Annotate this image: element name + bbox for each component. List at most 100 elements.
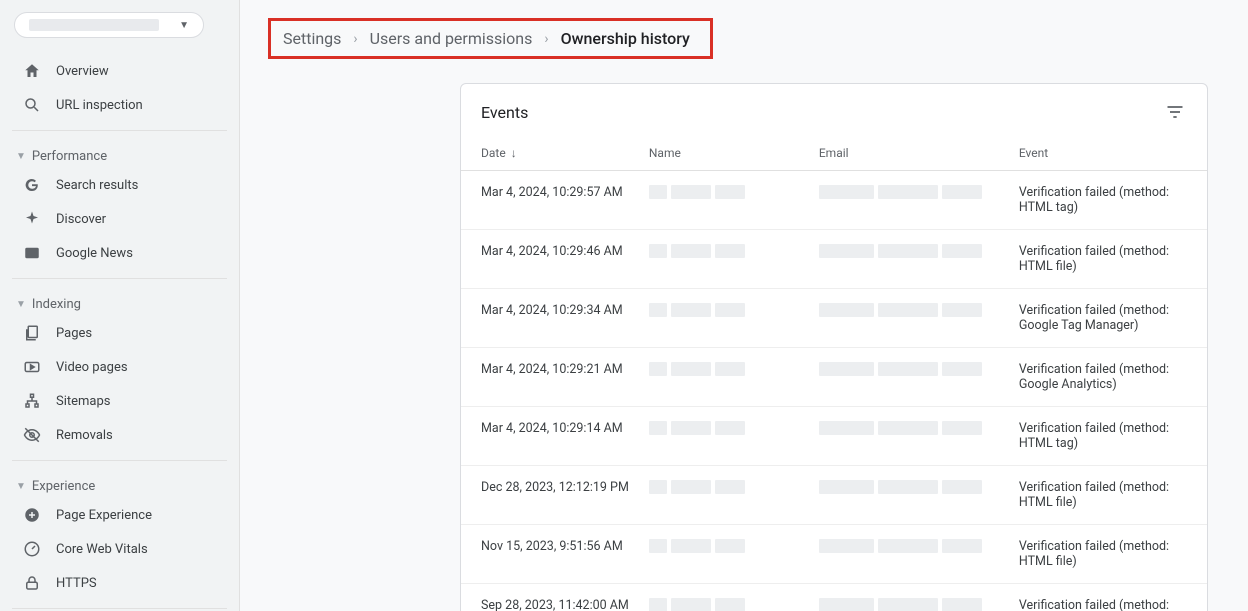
- column-label: Date: [481, 146, 506, 160]
- card-title: Events: [481, 103, 528, 122]
- cell-date: Sep 28, 2023, 11:42:00 AM: [461, 584, 649, 611]
- events-table: Date ↓ Name Email Event Mar 4, 2024, 10:…: [461, 136, 1207, 611]
- table-row: Nov 15, 2023, 9:51:56 AM Verification fai…: [461, 525, 1207, 584]
- section-title: Performance: [32, 149, 107, 164]
- chevron-right-icon: ›: [544, 31, 548, 47]
- table-row: Mar 4, 2024, 10:29:34 AM Verification fai…: [461, 289, 1207, 348]
- table-row: Mar 4, 2024, 10:29:46 AM Verification fai…: [461, 230, 1207, 289]
- cell-event: Verification failed (method: Google Anal…: [1019, 348, 1207, 407]
- sidebar-item-pages[interactable]: Pages: [8, 316, 231, 350]
- cell-email: [819, 407, 1019, 466]
- lock-icon: [22, 574, 42, 592]
- table-row: Mar 4, 2024, 10:29:14 AM Verification fai…: [461, 407, 1207, 466]
- sidebar-section-performance[interactable]: ▼ Performance: [8, 139, 231, 168]
- sidebar-item-label: Core Web Vitals: [56, 542, 148, 557]
- column-header-event[interactable]: Event: [1019, 136, 1207, 171]
- cell-email: [819, 348, 1019, 407]
- sidebar-item-label: Discover: [56, 212, 106, 227]
- cell-date: Mar 4, 2024, 10:29:57 AM: [461, 171, 649, 230]
- breadcrumb-settings[interactable]: Settings: [283, 29, 341, 48]
- video-icon: [22, 358, 42, 376]
- table-row: Mar 4, 2024, 10:29:57 AM Verification fai…: [461, 171, 1207, 230]
- main-content: Settings › Users and permissions › Owner…: [240, 0, 1248, 611]
- cell-event: Verification failed (method: HTML tag): [1019, 171, 1207, 230]
- cell-email: [819, 230, 1019, 289]
- sidebar-item-label: Sitemaps: [56, 394, 111, 409]
- cell-email: [819, 466, 1019, 525]
- chevron-right-icon: ›: [353, 31, 357, 47]
- table-row: Mar 4, 2024, 10:29:21 AM Verification fai…: [461, 348, 1207, 407]
- cell-event: Verification failed (method: HTML file): [1019, 525, 1207, 584]
- cell-email: [819, 289, 1019, 348]
- column-header-date[interactable]: Date ↓: [461, 136, 649, 171]
- events-card: Events Date ↓ Name Email Event: [460, 83, 1208, 611]
- sidebar-item-label: Removals: [56, 428, 113, 443]
- sidebar-item-label: URL inspection: [56, 98, 143, 113]
- sidebar-item-url-inspection[interactable]: URL inspection: [8, 88, 231, 122]
- sidebar-item-label: Search results: [56, 178, 138, 193]
- cell-email: [819, 171, 1019, 230]
- column-header-name[interactable]: Name: [649, 136, 819, 171]
- sidebar-item-sitemaps[interactable]: Sitemaps: [8, 384, 231, 418]
- breadcrumb-users-permissions[interactable]: Users and permissions: [370, 29, 533, 48]
- chevron-down-icon: ▼: [16, 481, 26, 492]
- breadcrumb: Settings › Users and permissions › Owner…: [268, 18, 713, 59]
- cell-event: Verification failed (method: Google Tag …: [1019, 584, 1207, 611]
- section-title: Experience: [32, 479, 95, 494]
- section-title: Indexing: [32, 297, 81, 312]
- cell-email: [819, 584, 1019, 611]
- cell-date: Mar 4, 2024, 10:29:46 AM: [461, 230, 649, 289]
- sidebar-item-removals[interactable]: Removals: [8, 418, 231, 452]
- sidebar-item-label: Overview: [56, 64, 109, 79]
- sidebar-section-indexing[interactable]: ▼ Indexing: [8, 287, 231, 316]
- divider: [12, 130, 227, 131]
- cell-event: Verification failed (method: Google Tag …: [1019, 289, 1207, 348]
- sidebar-section-experience[interactable]: ▼ Experience: [8, 469, 231, 498]
- sidebar-item-label: Google News: [56, 246, 133, 261]
- pages-icon: [22, 324, 42, 342]
- chevron-down-icon: ▼: [179, 20, 189, 31]
- home-icon: [22, 62, 42, 80]
- cell-event: Verification failed (method: HTML tag): [1019, 407, 1207, 466]
- sidebar-item-https[interactable]: HTTPS: [8, 566, 231, 600]
- cell-email: [819, 525, 1019, 584]
- column-header-email[interactable]: Email: [819, 136, 1019, 171]
- divider: [12, 278, 227, 279]
- cell-name: [649, 289, 819, 348]
- sidebar-item-video-pages[interactable]: Video pages: [8, 350, 231, 384]
- sidebar-item-label: Page Experience: [56, 508, 152, 523]
- cell-name: [649, 348, 819, 407]
- property-selector[interactable]: ▼: [14, 12, 204, 38]
- sidebar-item-discover[interactable]: Discover: [8, 202, 231, 236]
- cell-date: Dec 28, 2023, 12:12:19 PM: [461, 466, 649, 525]
- sidebar-item-label: HTTPS: [56, 576, 97, 591]
- breadcrumb-current: Ownership history: [561, 29, 690, 48]
- google-g-icon: [22, 176, 42, 194]
- cell-name: [649, 525, 819, 584]
- divider: [12, 460, 227, 461]
- cell-name: [649, 466, 819, 525]
- cell-name: [649, 230, 819, 289]
- sidebar-item-overview[interactable]: Overview: [8, 54, 231, 88]
- cell-name: [649, 584, 819, 611]
- cell-date: Mar 4, 2024, 10:29:14 AM: [461, 407, 649, 466]
- property-label: [29, 19, 159, 31]
- discover-icon: [22, 210, 42, 228]
- sidebar-item-google-news[interactable]: Google News: [8, 236, 231, 270]
- table-row: Sep 28, 2023, 11:42:00 AM Verification fa…: [461, 584, 1207, 611]
- cell-name: [649, 171, 819, 230]
- removals-icon: [22, 426, 42, 444]
- sidebar-item-core-web-vitals[interactable]: Core Web Vitals: [8, 532, 231, 566]
- sidebar-item-page-experience[interactable]: Page Experience: [8, 498, 231, 532]
- table-row: Dec 28, 2023, 12:12:19 PMVerification fa…: [461, 466, 1207, 525]
- cell-event: Verification failed (method: HTML file): [1019, 230, 1207, 289]
- cell-date: Mar 4, 2024, 10:29:34 AM: [461, 289, 649, 348]
- plus-circle-icon: [22, 506, 42, 524]
- cell-date: Nov 15, 2023, 9:51:56 AM: [461, 525, 649, 584]
- divider: [12, 608, 227, 609]
- sidebar-item-search-results[interactable]: Search results: [8, 168, 231, 202]
- cell-date: Mar 4, 2024, 10:29:21 AM: [461, 348, 649, 407]
- filter-icon[interactable]: [1163, 100, 1187, 124]
- cell-name: [649, 407, 819, 466]
- sidebar-item-label: Pages: [56, 326, 92, 341]
